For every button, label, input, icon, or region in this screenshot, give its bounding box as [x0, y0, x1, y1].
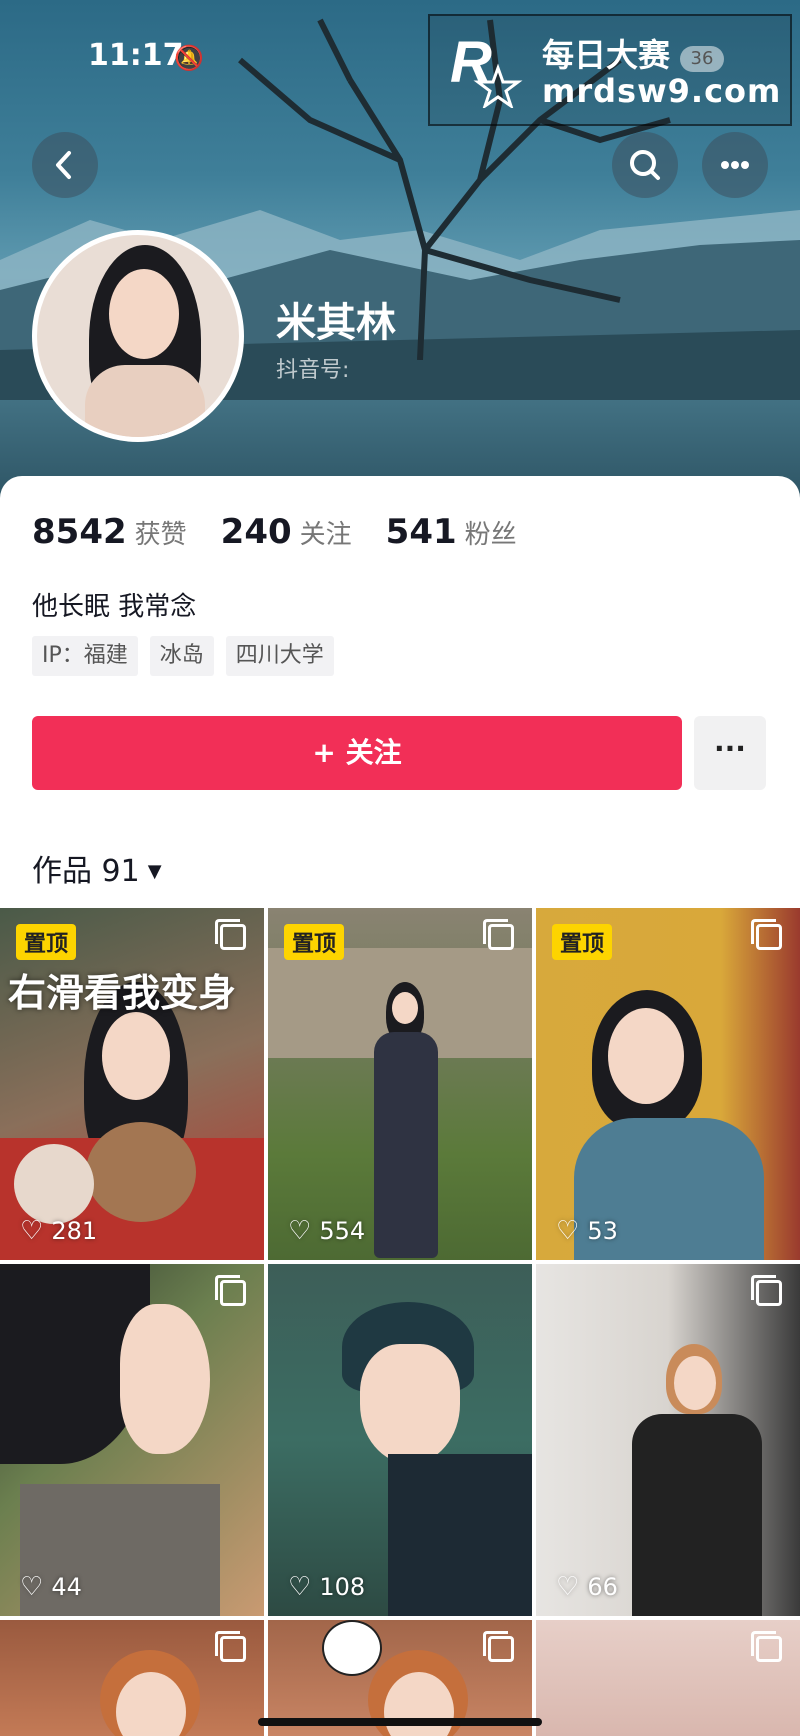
heart-icon: ♡ [20, 1216, 44, 1246]
likes-count: 281 [51, 1217, 98, 1245]
heart-icon: ♡ [288, 1572, 312, 1602]
video-tile[interactable]: 置顶 ♡ 554 [268, 908, 532, 1260]
heart-icon: ♡ [556, 1216, 580, 1246]
video-likes: ♡ 53 [556, 1216, 618, 1246]
followers-label: 粉丝 [464, 520, 517, 550]
back-button[interactable] [32, 132, 98, 198]
tag-location[interactable]: 冰岛 [149, 636, 214, 676]
video-likes: ♡ 44 [20, 1572, 82, 1602]
video-likes: ♡ 66 [556, 1572, 618, 1602]
search-button[interactable] [612, 132, 678, 198]
video-likes: ♡ 281 [20, 1216, 97, 1246]
watermark: R 每日大赛 36 mrdsw9.com [428, 14, 792, 126]
search-icon [630, 150, 660, 180]
following-count[interactable]: 240 [221, 512, 292, 552]
tag-ip-location: IP：福建 [32, 636, 138, 676]
works-label: 作品 91 [32, 854, 140, 889]
profile-stats: 8542 获赞 240 关注 541 粉丝 [32, 512, 551, 552]
following-label: 关注 [299, 520, 352, 550]
profile-more-button[interactable]: ··· [694, 716, 766, 790]
likes-count: 66 [587, 1573, 618, 1601]
status-time: 11:17 [88, 38, 184, 73]
likes-count[interactable]: 8542 [32, 512, 127, 552]
profile-header-background: 11:17 🔕 R 每日大赛 36 mrdsw9.com 米其林 抖音号: [0, 0, 800, 500]
heart-icon: ♡ [20, 1572, 44, 1602]
video-tile[interactable]: 置顶 ♡ 53 [536, 908, 800, 1260]
caret-down-icon: ▼ [147, 861, 162, 882]
multi-image-icon [483, 919, 514, 950]
video-tile[interactable] [0, 1620, 264, 1736]
watermark-url: mrdsw9.com [542, 72, 782, 110]
video-overlay-text: 右滑看我变身 [8, 971, 237, 1015]
likes-count: 44 [51, 1573, 82, 1601]
video-tile[interactable]: 置顶 右滑看我变身 ♡ 281 [0, 908, 264, 1260]
sticker-icon [322, 1620, 382, 1676]
watermark-badge: 36 [680, 46, 724, 72]
works-tab[interactable]: 作品 91 ▼ [32, 846, 162, 890]
profile-tags: IP：福建 冰岛 四川大学 [32, 636, 346, 676]
svg-text:R: R [450, 30, 492, 95]
multi-image-icon [751, 919, 782, 950]
likes-count: 108 [319, 1573, 366, 1601]
video-tile[interactable]: ♡ 44 [0, 1264, 264, 1616]
multi-image-icon [215, 1275, 246, 1306]
video-tile[interactable] [536, 1620, 800, 1736]
video-tile[interactable]: ♡ 108 [268, 1264, 532, 1616]
likes-count: 554 [319, 1217, 366, 1245]
chevron-left-icon [56, 151, 71, 179]
bell-slash-icon: 🔕 [174, 44, 204, 72]
multi-image-icon [751, 1631, 782, 1662]
heart-icon: ♡ [556, 1572, 580, 1602]
multi-image-icon [483, 1631, 514, 1662]
likes-count: 53 [587, 1217, 618, 1245]
video-likes: ♡ 108 [288, 1572, 365, 1602]
follow-button[interactable]: + 关注 [32, 716, 682, 790]
watermark-logo-icon: R [450, 30, 523, 108]
more-options-button[interactable] [702, 132, 768, 198]
multi-image-icon [215, 919, 246, 950]
heart-icon: ♡ [288, 1216, 312, 1246]
video-likes: ♡ 554 [288, 1216, 365, 1246]
avatar[interactable] [32, 230, 244, 442]
pinned-badge: 置顶 [552, 924, 613, 960]
profile-name: 米其林 [276, 300, 396, 346]
followers-count[interactable]: 541 [386, 512, 457, 552]
video-tile[interactable]: ♡ 66 [536, 1264, 800, 1616]
home-indicator[interactable] [258, 1718, 542, 1726]
pinned-badge: 置顶 [16, 924, 77, 960]
multi-image-icon [751, 1275, 782, 1306]
douyin-id-label: 抖音号: [276, 358, 350, 383]
profile-bio: 他长眠 我常念 [32, 592, 197, 622]
more-dots-icon [721, 161, 749, 169]
likes-label: 获赞 [134, 520, 187, 550]
watermark-title: 每日大赛 [542, 36, 671, 74]
tag-school[interactable]: 四川大学 [225, 636, 334, 676]
multi-image-icon [215, 1631, 246, 1662]
pinned-badge: 置顶 [284, 924, 345, 960]
